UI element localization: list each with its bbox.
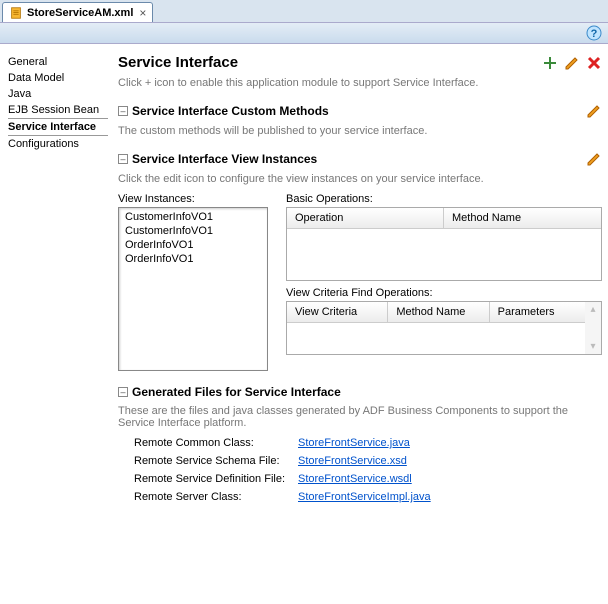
collapse-icon[interactable]: – [118,106,128,116]
page-header-row: Service Interface [118,54,602,71]
generated-file-link[interactable]: StoreFrontService.wsdl [298,473,412,485]
generated-file-row: Remote Service Definition File: StoreFro… [118,473,602,485]
file-icon [9,6,23,20]
tab-bar: StoreServiceAM.xml × [0,0,608,22]
basic-operations-table[interactable]: Operation Method Name [286,207,602,281]
view-instances-content: View Instances: CustomerInfoVO1 Customer… [118,193,602,371]
section-header-generated-files[interactable]: – Generated Files for Service Interface [118,385,602,399]
generated-file-link[interactable]: StoreFrontServiceImpl.java [298,491,431,503]
toolbar: ? [0,22,608,44]
edit-icon[interactable] [564,55,580,71]
view-instances-listbox[interactable]: CustomerInfoVO1 CustomerInfoVO1 OrderInf… [118,207,268,371]
custom-methods-title: Service Interface Custom Methods [132,104,586,118]
generated-file-link[interactable]: StoreFrontService.java [298,437,410,449]
sidebar-item-java[interactable]: Java [8,86,108,102]
list-item[interactable]: CustomerInfoVO1 [121,224,265,238]
generated-file-row: Remote Common Class: StoreFrontService.j… [118,437,602,449]
page-intro: Click + icon to enable this application … [118,77,602,89]
generated-file-label: Remote Service Schema File: [118,455,298,467]
sidebar-item-general[interactable]: General [8,54,108,70]
section-view-instances: – Service Interface View Instances Click… [118,151,602,371]
generated-file-label: Remote Common Class: [118,437,298,449]
edit-icon[interactable] [586,103,602,119]
generated-file-label: Remote Server Class: [118,491,298,503]
table-column-parameters[interactable]: Parameters [490,302,585,322]
custom-methods-desc: The custom methods will be published to … [118,125,602,137]
generated-files-title: Generated Files for Service Interface [132,385,602,399]
generated-file-link[interactable]: StoreFrontService.xsd [298,455,407,467]
editor-body: General Data Model Java EJB Session Bean… [0,44,608,602]
svg-text:?: ? [591,28,598,40]
sidebar-item-data-model[interactable]: Data Model [8,70,108,86]
main-panel: Service Interface Click + icon to enable… [118,54,602,602]
add-icon[interactable] [542,55,558,71]
table-column-view-criteria[interactable]: View Criteria [287,302,388,322]
scroll-down-icon[interactable]: ▾ [590,341,595,352]
sidebar-item-service-interface[interactable]: Service Interface [8,118,108,136]
generated-files-list: Remote Common Class: StoreFrontService.j… [118,437,602,503]
view-instances-desc: Click the edit icon to configure the vie… [118,173,602,185]
view-instances-title: Service Interface View Instances [132,152,586,166]
delete-icon[interactable] [586,55,602,71]
edit-icon[interactable] [586,151,602,167]
view-criteria-table[interactable]: View Criteria Method Name Parameters ▴ ▾ [286,301,602,355]
tab-close-icon[interactable]: × [139,7,146,19]
table-column-operation[interactable]: Operation [287,208,444,228]
view-instances-list-label: View Instances: [118,193,268,205]
editor-tab[interactable]: StoreServiceAM.xml × [2,2,153,22]
sidebar-item-configurations[interactable]: Configurations [8,136,108,152]
view-instances-left-col: View Instances: CustomerInfoVO1 Customer… [118,193,268,371]
generated-file-row: Remote Server Class: StoreFrontServiceIm… [118,491,602,503]
table-column-method-name[interactable]: Method Name [444,208,601,228]
table-header-row: Operation Method Name [287,208,601,229]
help-icon[interactable]: ? [586,25,602,41]
sidebar-item-ejb-session-bean[interactable]: EJB Session Bean [8,102,108,118]
basic-operations-body [287,229,601,279]
section-header-custom-methods[interactable]: – Service Interface Custom Methods [118,103,602,119]
section-custom-methods: – Service Interface Custom Methods The c… [118,103,602,137]
scrollbar[interactable]: ▴ ▾ [585,302,601,354]
list-item[interactable]: OrderInfoVO1 [121,252,265,266]
tab-title: StoreServiceAM.xml [27,7,133,19]
list-item[interactable]: OrderInfoVO1 [121,238,265,252]
view-criteria-label: View Criteria Find Operations: [286,287,602,299]
generated-files-desc: These are the files and java classes gen… [118,405,602,429]
table-header-row: View Criteria Method Name Parameters [287,302,585,323]
view-instances-right-col: Basic Operations: Operation Method Name … [286,193,602,355]
section-header-view-instances[interactable]: – Service Interface View Instances [118,151,602,167]
collapse-icon[interactable]: – [118,387,128,397]
section-generated-files: – Generated Files for Service Interface … [118,385,602,503]
table-column-method-name[interactable]: Method Name [388,302,489,322]
sidebar: General Data Model Java EJB Session Bean… [8,54,108,602]
scroll-up-icon[interactable]: ▴ [590,304,595,315]
basic-operations-label: Basic Operations: [286,193,602,205]
list-item[interactable]: CustomerInfoVO1 [121,210,265,224]
page-title: Service Interface [118,54,238,71]
generated-file-label: Remote Service Definition File: [118,473,298,485]
generated-file-row: Remote Service Schema File: StoreFrontSe… [118,455,602,467]
page-actions [542,55,602,71]
collapse-icon[interactable]: – [118,154,128,164]
